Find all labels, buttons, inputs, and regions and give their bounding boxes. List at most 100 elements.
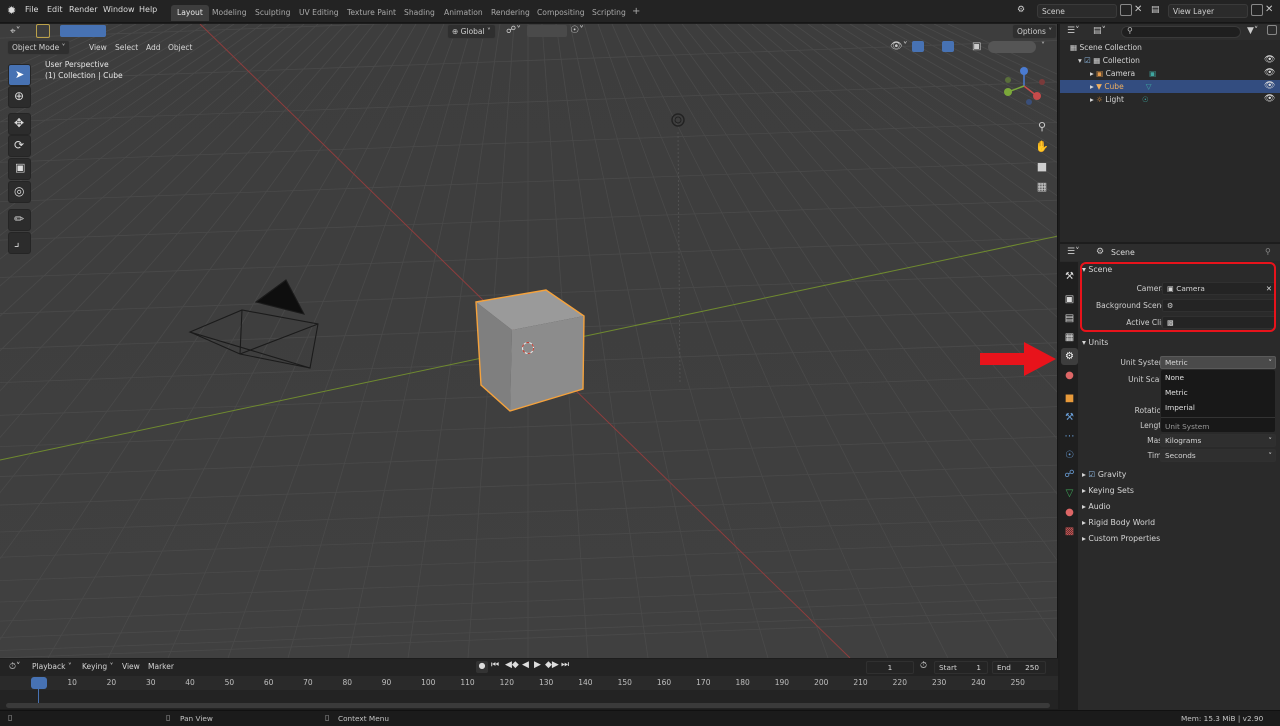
menu-option-metric[interactable]: Metric (1165, 388, 1188, 397)
menu-option-none[interactable]: None (1165, 373, 1184, 382)
annotate-tool[interactable]: ✏ (8, 209, 31, 231)
texture-tab-icon[interactable]: ▩ (1061, 523, 1078, 540)
gizmo-toggle-icon[interactable] (912, 41, 924, 52)
panel-header-rigid-body-world[interactable]: ▸ Rigid Body World (1082, 518, 1155, 527)
pin-icon[interactable]: ⚲ (1265, 247, 1271, 256)
3d-viewport[interactable]: ⌖˅ Object Mode ˅ View Select Add Object … (0, 24, 1058, 658)
camera-view-icon[interactable]: ■ (1032, 160, 1052, 178)
navigation-gizmo[interactable] (996, 64, 1052, 112)
timeline-editor-icon[interactable]: ⏱˅ (9, 662, 21, 672)
panel-header-audio[interactable]: ▸ Audio (1082, 502, 1111, 511)
tab-compositing[interactable]: Compositing (531, 5, 591, 21)
panel-header-units[interactable]: ▾ Units (1082, 338, 1108, 347)
editor-type-icon[interactable]: ⌖˅ (10, 26, 21, 37)
eye-icon[interactable]: 👁 (1264, 81, 1275, 91)
tab-animation[interactable]: Animation (438, 5, 489, 21)
panel-header-keying-sets[interactable]: ▸ Keying Sets (1082, 486, 1134, 495)
outliner-search-input[interactable]: ⚲ (1121, 26, 1241, 38)
select-box-icon[interactable] (36, 24, 50, 38)
start-frame-field[interactable]: Start 1 (934, 661, 988, 674)
scene-icon[interactable]: ⚙ (1017, 5, 1025, 15)
scene-tab-icon[interactable]: ⚙ (1061, 348, 1078, 365)
outliner-row-camera[interactable]: ▸ ▣ Camera ▣ (1090, 69, 1156, 78)
new-view-layer-icon[interactable] (1251, 4, 1263, 16)
checkbox-icon[interactable]: ☑ (1084, 56, 1093, 65)
xray-icon[interactable]: ▣ (972, 41, 981, 52)
jump-start-icon[interactable]: ⏮ (491, 660, 499, 670)
menu-file[interactable]: File (25, 5, 38, 14)
camera-data-icon[interactable]: ▣ (1149, 69, 1156, 78)
proportional-edit-icon[interactable]: ☉˅ (570, 25, 584, 36)
object-mode-dropdown[interactable]: Object Mode ˅ (7, 40, 71, 55)
tab-scripting[interactable]: Scripting (586, 5, 632, 21)
ortho-grid-icon[interactable]: ▦ (1032, 180, 1052, 198)
eye-icon[interactable]: 👁 (1264, 55, 1275, 65)
cursor-tool[interactable]: ⊕ (8, 86, 31, 108)
zoom-icon[interactable]: ⚲ (1032, 120, 1052, 138)
panel-header-gravity[interactable]: ▸ ☑ Gravity (1082, 470, 1126, 479)
menu-edit[interactable]: Edit (47, 5, 63, 14)
modifier-tab-icon[interactable]: ⚒ (1061, 409, 1078, 426)
panel-header-custom-properties[interactable]: ▸ Custom Properties (1082, 534, 1160, 543)
timeline-menu-keying[interactable]: Keying ˅ (82, 662, 113, 671)
select-tool[interactable]: ➤ (8, 64, 31, 86)
viewport-menu-select[interactable]: Select (115, 43, 138, 52)
timeline-menu-marker[interactable]: Marker (148, 662, 174, 671)
viewport-menu-view[interactable]: View (89, 43, 107, 52)
add-workspace-button[interactable]: + (626, 5, 646, 21)
outliner-row-collection[interactable]: ▾ ☑ ▦ Collection (1078, 56, 1140, 65)
close-view-layer-icon[interactable]: ✕ (1265, 4, 1273, 15)
tab-sculpting[interactable]: Sculpting (249, 5, 296, 21)
tab-modeling[interactable]: Modeling (206, 5, 253, 21)
properties-editor-icon[interactable]: ☰˅ (1067, 247, 1080, 257)
tab-shading[interactable]: Shading (398, 5, 441, 21)
light-data-icon[interactable]: ☉ (1142, 95, 1149, 104)
display-mode-icon[interactable]: ▤˅ (1093, 26, 1106, 36)
snapping-buttons[interactable] (527, 25, 567, 37)
time-dropdown[interactable]: Seconds ˅ (1160, 449, 1276, 462)
tab-layout[interactable]: Layout (171, 5, 209, 21)
transform-orientation-dropdown[interactable]: ⊕ Global ˅ (447, 24, 496, 39)
view-layer-tab-icon[interactable]: ▦ (1061, 329, 1078, 346)
new-collection-icon[interactable] (1267, 25, 1277, 35)
pivot-icon[interactable]: ☍˅ (506, 25, 521, 36)
overlay-toggle-icon[interactable] (942, 41, 954, 52)
view-layer-field[interactable]: View Layer (1168, 4, 1248, 18)
shading-mode-buttons[interactable] (988, 41, 1036, 53)
outliner-row-scene-collection[interactable]: ▦ Scene Collection (1070, 43, 1142, 52)
play-reverse-icon[interactable]: ◀ (522, 660, 529, 670)
new-scene-icon[interactable] (1120, 4, 1132, 16)
rotate-tool[interactable]: ⟳ (8, 135, 31, 157)
preview-range-icon[interactable]: ⏱ (920, 661, 927, 671)
mass-dropdown[interactable]: Kilograms ˅ (1160, 434, 1276, 447)
eye-icon[interactable]: 👁 (1264, 94, 1275, 104)
particles-tab-icon[interactable]: ⋯ (1061, 428, 1078, 445)
viewport-menu-add[interactable]: Add (146, 43, 161, 52)
data-tab-icon[interactable]: ▽ (1061, 485, 1078, 502)
scale-tool[interactable]: ▣ (8, 158, 31, 180)
playhead-badge[interactable] (31, 677, 47, 689)
object-tab-icon[interactable]: ■ (1061, 390, 1078, 407)
world-tab-icon[interactable]: ● (1061, 367, 1078, 384)
outliner-row-cube[interactable]: ▸ ▼ Cube ▽ (1090, 82, 1151, 91)
transform-tool[interactable]: ◎ (8, 181, 31, 203)
measure-tool[interactable]: ⌟ (8, 232, 31, 254)
pan-hand-icon[interactable]: ✋ (1032, 140, 1052, 158)
tab-texture-paint[interactable]: Texture Paint (341, 5, 402, 21)
shading-options-icon[interactable]: ˅ (1041, 41, 1045, 50)
material-tab-icon[interactable]: ● (1061, 504, 1078, 521)
blender-logo-icon[interactable]: ✹ (7, 4, 16, 17)
timeline-scrollbar[interactable] (6, 703, 1050, 708)
selection-mode-buttons[interactable] (60, 25, 106, 37)
menu-window[interactable]: Window (103, 5, 135, 14)
menu-render[interactable]: Render (69, 5, 97, 14)
physics-tab-icon[interactable]: ☉ (1061, 447, 1078, 464)
prev-keyframe-icon[interactable]: ◀◆ (505, 660, 519, 670)
scene-name-field[interactable]: Scene (1037, 4, 1117, 18)
jump-end-icon[interactable]: ⏭ (561, 660, 569, 670)
outliner-row-light[interactable]: ▸ ☼ Light ☉ (1090, 95, 1149, 104)
view-layer-icon[interactable]: ▤ (1151, 5, 1160, 15)
menu-help[interactable]: Help (139, 5, 157, 14)
output-tab-icon[interactable]: ▤ (1061, 310, 1078, 327)
end-frame-field[interactable]: End 250 (992, 661, 1046, 674)
